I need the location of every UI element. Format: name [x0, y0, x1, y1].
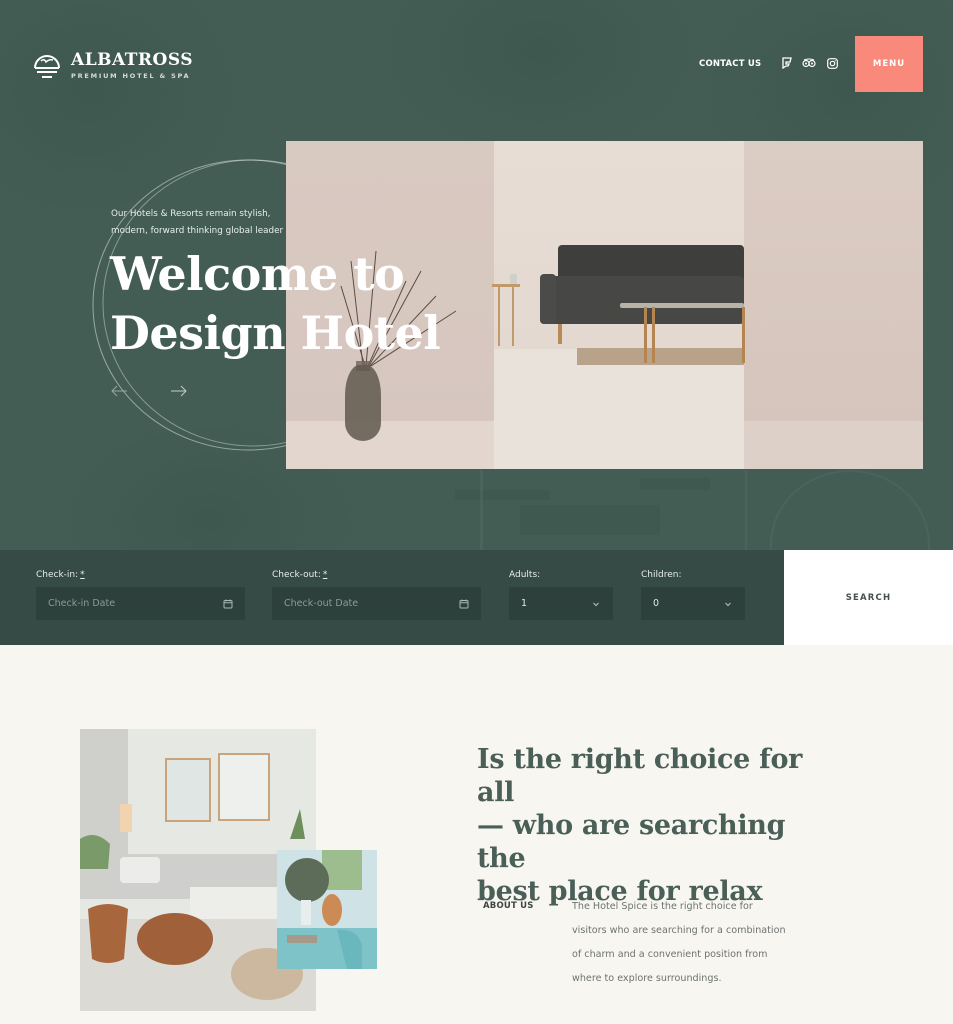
checkin-date-input[interactable]: Check-in Date: [36, 587, 245, 620]
background-shape: [480, 470, 483, 550]
coffee-table: [620, 303, 744, 308]
hero-title: Welcome to Design Hotel: [110, 245, 450, 363]
adults-label: Adults:: [509, 570, 541, 580]
albatross-logo-icon: [34, 55, 60, 78]
about-body-line: where to explore surroundings.: [572, 973, 722, 984]
tripadvisor-icon[interactable]: [802, 57, 816, 69]
search-button[interactable]: SEARCH: [784, 550, 953, 645]
children-value: 0: [653, 598, 660, 609]
hero-tagline: Our Hotels & Resorts remain stylish, mod…: [111, 206, 311, 240]
children-select[interactable]: 0: [641, 587, 745, 620]
checkout-label: Check-out: *: [272, 570, 328, 580]
about-body-line: visitors who are searching for a combina…: [572, 925, 786, 936]
tagline-line: modern, forward thinking global leader: [111, 226, 284, 236]
about-body-line: The Hotel Spice is the right choice for: [572, 901, 753, 912]
adults-select[interactable]: 1: [509, 587, 613, 620]
about-heading: Is the right choice for all — who are se…: [477, 743, 837, 908]
logo-title: ALBATROSS: [71, 49, 194, 70]
prev-slide-arrow-icon[interactable]: [110, 383, 128, 397]
background-foliage: [380, 0, 700, 160]
next-slide-arrow-icon[interactable]: [170, 383, 188, 397]
glass-vase: [345, 365, 381, 441]
contact-us-link[interactable]: CONTACT US: [699, 59, 761, 69]
hero-section: ALBATROSS PREMIUM HOTEL & SPA CONTACT US…: [0, 0, 953, 550]
calendar-icon[interactable]: [223, 599, 233, 609]
background-shape: [745, 470, 747, 550]
menu-button[interactable]: MENU: [855, 36, 923, 92]
chevron-down-icon: [725, 602, 731, 606]
about-body-line: of charm and a convenient position from: [572, 949, 768, 960]
hero-title-line: Design Hotel: [110, 306, 441, 360]
booking-form: Check-in: * Check-in Date Check-out: * Che…: [0, 550, 784, 645]
logo-subtitle: PREMIUM HOTEL & SPA: [71, 71, 191, 80]
background-shape: [455, 490, 550, 500]
vase-decor-photo: [277, 850, 377, 969]
about-heading-line: — who are searching the: [477, 810, 786, 874]
about-heading-line: Is the right choice for all: [477, 744, 803, 808]
background-shape: [520, 505, 660, 535]
about-us-label: ABOUT US: [483, 901, 534, 911]
hero-title-line: Welcome to: [110, 247, 405, 301]
checkin-label: Check-in: *: [36, 570, 85, 580]
calendar-icon[interactable]: [459, 599, 469, 609]
background-shape: [640, 478, 710, 490]
adults-value: 1: [521, 598, 528, 609]
checkout-date-input[interactable]: Check-out Date: [272, 587, 481, 620]
children-label: Children:: [641, 570, 682, 580]
background-foliage: [770, 470, 930, 550]
about-section: Is the right choice for all — who are se…: [0, 645, 953, 1024]
chevron-down-icon: [593, 602, 599, 606]
checkout-placeholder: Check-out Date: [284, 598, 359, 609]
about-description: The Hotel Spice is the right choice for …: [572, 895, 812, 991]
side-table: [492, 284, 520, 287]
foursquare-icon[interactable]: [781, 57, 793, 69]
rug: [577, 348, 744, 365]
logo[interactable]: ALBATROSS PREMIUM HOTEL & SPA: [31, 48, 193, 82]
checkin-placeholder: Check-in Date: [48, 598, 116, 609]
tagline-line: Our Hotels & Resorts remain stylish,: [111, 209, 271, 219]
instagram-icon[interactable]: [826, 57, 838, 69]
